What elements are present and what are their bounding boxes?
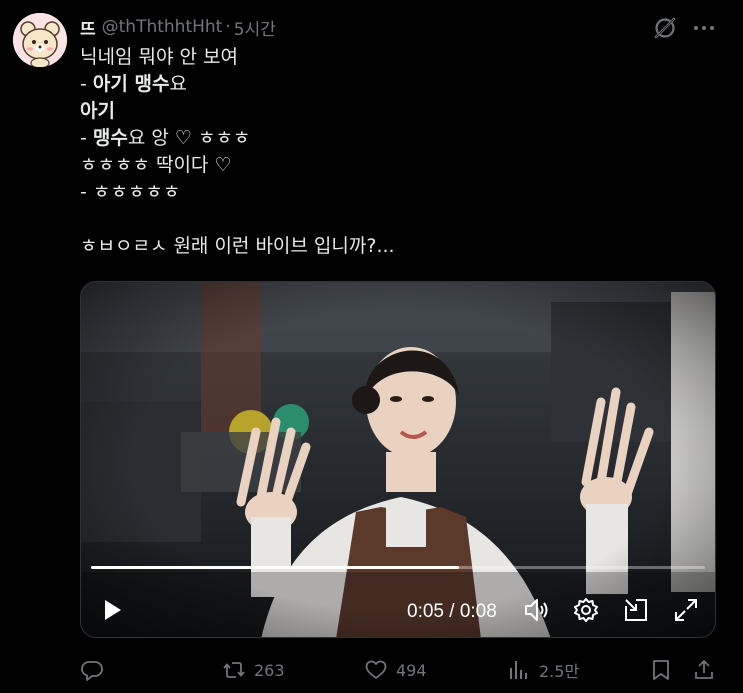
share-icon <box>695 659 713 679</box>
grok-icon[interactable] <box>651 14 679 42</box>
views-count: 2.5만 <box>539 662 580 681</box>
avatar[interactable] <box>13 13 67 67</box>
post-line: - 아기 맹수요 <box>80 73 187 95</box>
play-icon[interactable] <box>98 596 126 624</box>
action-bar: 263 494 2.5만 <box>0 652 743 688</box>
post-line: 아기 <box>80 100 115 122</box>
reply-button[interactable] <box>80 656 112 684</box>
volume-icon[interactable] <box>522 596 550 624</box>
post-line: 닉네임 뭐야 안 보여 <box>80 46 238 68</box>
header-separator: · <box>225 17 231 37</box>
video-frame <box>81 282 715 637</box>
like-button[interactable]: 494 <box>364 656 427 684</box>
retweet-count: 263 <box>254 660 285 680</box>
post-line: ㅎㅂㅇㄹㅅ 원래 이런 바이브 입니까?... <box>80 235 395 257</box>
post-line: ㅎㅎㅎㅎ 딱이다 ♡ <box>80 154 232 176</box>
fullscreen-icon[interactable] <box>672 596 700 624</box>
like-count: 494 <box>396 660 427 680</box>
bear-avatar-icon <box>13 13 67 67</box>
video-elapsed: 0:05 <box>407 601 444 622</box>
dock-icon[interactable] <box>622 596 650 624</box>
display-name[interactable]: 뜨 <box>80 15 96 40</box>
post-time[interactable]: 5시간 <box>234 15 276 40</box>
video-time: 0:05 / 0:08 <box>407 601 497 623</box>
share-button[interactable] <box>692 656 724 684</box>
views-icon <box>510 661 527 679</box>
bookmark-icon <box>653 660 669 680</box>
video-time-separator: / <box>443 601 460 622</box>
user-handle[interactable]: @thThthhtHht <box>102 17 223 37</box>
video-progress-bar[interactable] <box>91 566 705 569</box>
views-button[interactable]: 2.5만 <box>507 656 579 684</box>
retweet-icon <box>223 662 245 678</box>
video-player[interactable]: 0:05 / 0:08 <box>80 281 716 638</box>
post-line: - ㅎㅎㅎㅎㅎ <box>80 181 181 203</box>
more-icon[interactable] <box>690 14 718 42</box>
post-line: - 맹수요 앙 ♡ ㅎㅎㅎ <box>80 127 251 149</box>
bookmark-button[interactable] <box>649 656 681 684</box>
video-progress-fill <box>91 566 460 569</box>
post-header: 뜨 @thThthhtHht · 5시간 <box>80 14 276 40</box>
like-icon <box>365 660 387 679</box>
video-controls: 0:05 / 0:08 <box>81 588 715 628</box>
video-duration: 0:08 <box>459 601 497 622</box>
retweet-button[interactable]: 263 <box>222 656 285 684</box>
settings-icon[interactable] <box>572 596 600 624</box>
post-text: 닉네임 뭐야 안 보여 - 아기 맹수요 아기 - 맹수요 앙 ♡ ㅎㅎㅎ ㅎㅎ… <box>80 44 395 260</box>
reply-icon <box>81 661 103 681</box>
